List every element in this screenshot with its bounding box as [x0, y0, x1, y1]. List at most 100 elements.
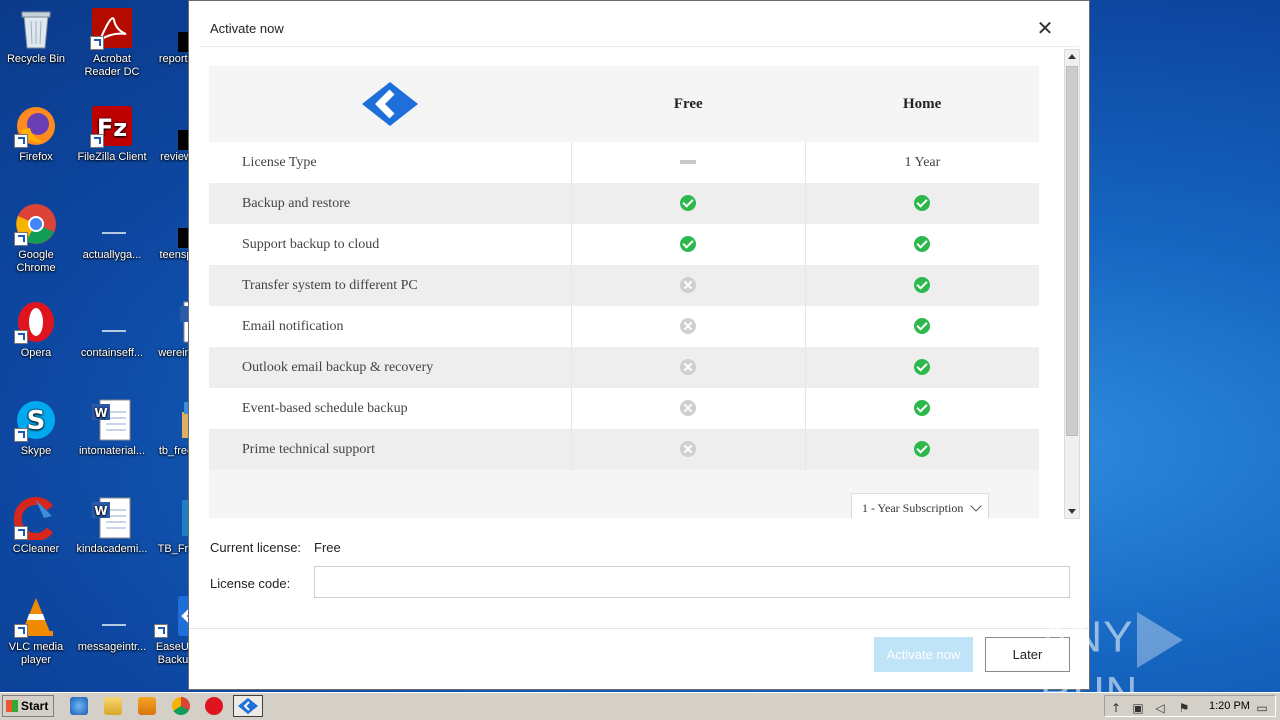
desktop-icon-chrome[interactable]: Google Chrome — [0, 202, 74, 275]
desktop-icon-label: Skype — [20, 445, 52, 457]
action-center-flag-icon[interactable]: ⚑ — [1177, 701, 1191, 715]
scroll-up-arrow-icon[interactable] — [1065, 50, 1079, 64]
subscription-select[interactable]: 1 - Year Subscription — [851, 493, 989, 518]
comparison-scroll-area[interactable]: Free Home License Type 1 Year Backup and r… — [209, 66, 1039, 518]
feature-cell — [805, 388, 1039, 429]
system-tray: ↑ ▣ ◁ ⚑ ▭ — [1104, 695, 1276, 717]
close-icon[interactable]: ✕ — [1034, 17, 1056, 39]
blank-file-icon — [90, 594, 134, 638]
windows-flag-icon — [6, 700, 18, 712]
start-button[interactable]: Start — [2, 695, 54, 717]
volume-icon[interactable]: ◁ — [1153, 701, 1167, 715]
desktop-icon-firefox[interactable]: Firefox — [0, 104, 74, 164]
subscription-select-value: 1 - Year Subscription — [862, 501, 964, 515]
x-circle-icon — [680, 318, 697, 335]
desktop-icon-ccleaner[interactable]: CCleaner — [0, 496, 74, 556]
skype-icon: S — [14, 398, 58, 442]
dialog-title: Activate now — [210, 21, 284, 36]
vlc-cone-icon — [14, 594, 58, 638]
table-row: Transfer system to different PC — [209, 265, 1039, 306]
desktop-icon-label: intomaterial... — [78, 445, 146, 457]
activate-now-button[interactable]: Activate now — [874, 637, 973, 672]
dash-icon — [680, 160, 697, 165]
column-free-header: Free — [571, 66, 806, 142]
desktop-icon-label: actuallyga... — [82, 249, 142, 261]
desktop-icon-skype[interactable]: S Skype — [0, 398, 74, 458]
feature-cell — [571, 142, 806, 183]
header-divider — [199, 46, 1079, 47]
blank-file-icon — [90, 300, 134, 344]
feature-cell — [805, 265, 1039, 306]
table-row: Prime technical support — [209, 429, 1039, 470]
ccleaner-icon — [13, 496, 58, 541]
media-player-icon[interactable] — [138, 697, 156, 715]
easeus-taskbar-button[interactable] — [233, 695, 263, 717]
check-circle-icon — [680, 236, 697, 253]
license-code-input[interactable] — [314, 566, 1070, 598]
taskbar-clock[interactable]: 1:20 PM — [1209, 700, 1250, 712]
opera-taskbar-icon[interactable] — [205, 697, 223, 715]
watermark-text-left: ANY — [1040, 612, 1134, 662]
feature-name: Email notification — [209, 306, 572, 347]
table-row: Support backup to cloud — [209, 224, 1039, 265]
network-icon[interactable]: ▣ — [1131, 701, 1145, 715]
svg-text:S: S — [27, 406, 46, 436]
x-circle-icon — [680, 277, 697, 294]
x-circle-icon — [680, 359, 697, 376]
desktop-icon-label: Acrobat Reader DC — [84, 53, 140, 78]
word-document-icon: W — [90, 496, 134, 540]
feature-cell — [571, 347, 806, 388]
desktop-icon-label: Recycle Bin — [6, 53, 66, 65]
vertical-scrollbar[interactable] — [1064, 49, 1080, 519]
table-row: Event-based schedule backup — [209, 388, 1039, 429]
license-comparison-table: Free Home License Type 1 Year Backup and r… — [209, 66, 1039, 518]
word-document-icon: W — [90, 398, 134, 442]
feature-cell — [805, 347, 1039, 388]
file-explorer-icon[interactable] — [104, 697, 122, 715]
table-row: Backup and restore — [209, 183, 1039, 224]
firefox-icon — [14, 104, 58, 148]
table-row: Outlook email backup & recovery — [209, 347, 1039, 388]
desktop-icon-label: CCleaner — [12, 543, 60, 555]
scroll-down-arrow-icon[interactable] — [1065, 504, 1079, 518]
blank-file-icon — [90, 202, 134, 246]
show-desktop-icon[interactable]: ▭ — [1255, 701, 1269, 715]
internet-explorer-icon[interactable] — [70, 697, 88, 715]
feature-name: Event-based schedule backup — [209, 388, 572, 429]
desktop-icon-vlc[interactable]: VLC media player — [0, 594, 74, 667]
tray-expand-icon[interactable]: ↑ — [1109, 701, 1123, 715]
desktop-icon-label: Opera — [20, 347, 52, 359]
license-code-label: License code: — [210, 576, 291, 591]
table-footer-row: 1 - Year Subscription — [209, 470, 1039, 518]
chrome-icon — [14, 202, 58, 246]
feature-cell — [571, 224, 806, 265]
x-circle-icon — [680, 441, 697, 458]
column-home-header: Home — [805, 66, 1039, 142]
desktop-icon-opera[interactable]: Opera — [0, 300, 74, 360]
table-row: License Type 1 Year — [209, 142, 1039, 183]
desktop-icon-recycle-bin[interactable]: Recycle Bin — [0, 6, 74, 66]
feature-cell — [805, 183, 1039, 224]
feature-name: Transfer system to different PC — [209, 265, 572, 306]
table-header-row: Free Home — [209, 66, 1039, 142]
desktop-icon-label: VLC media player — [8, 641, 64, 666]
feature-name: Support backup to cloud — [209, 224, 572, 265]
check-circle-icon — [914, 318, 931, 335]
feature-cell — [805, 429, 1039, 470]
check-circle-icon — [914, 359, 931, 376]
opera-icon — [14, 300, 58, 344]
feature-cell — [805, 306, 1039, 347]
desktop-icon-label: Firefox — [19, 151, 53, 163]
taskbar: Start ↑ ▣ ◁ ⚑ ▭ 1:20 PM — [0, 692, 1280, 720]
check-circle-icon — [914, 441, 931, 458]
activate-dialog: Activate now ✕ Free Home License Type 1 Y… — [188, 0, 1090, 690]
check-circle-icon — [914, 277, 931, 294]
feature-name: License Type — [209, 142, 572, 183]
feature-name: Prime technical support — [209, 429, 572, 470]
acrobat-icon — [90, 6, 134, 50]
scrollbar-thumb[interactable] — [1066, 66, 1078, 436]
svg-text:W: W — [94, 504, 107, 518]
chrome-taskbar-icon[interactable] — [172, 697, 190, 715]
desktop-icon-label: messageintr... — [77, 641, 147, 653]
easeus-logo-icon — [362, 82, 418, 126]
